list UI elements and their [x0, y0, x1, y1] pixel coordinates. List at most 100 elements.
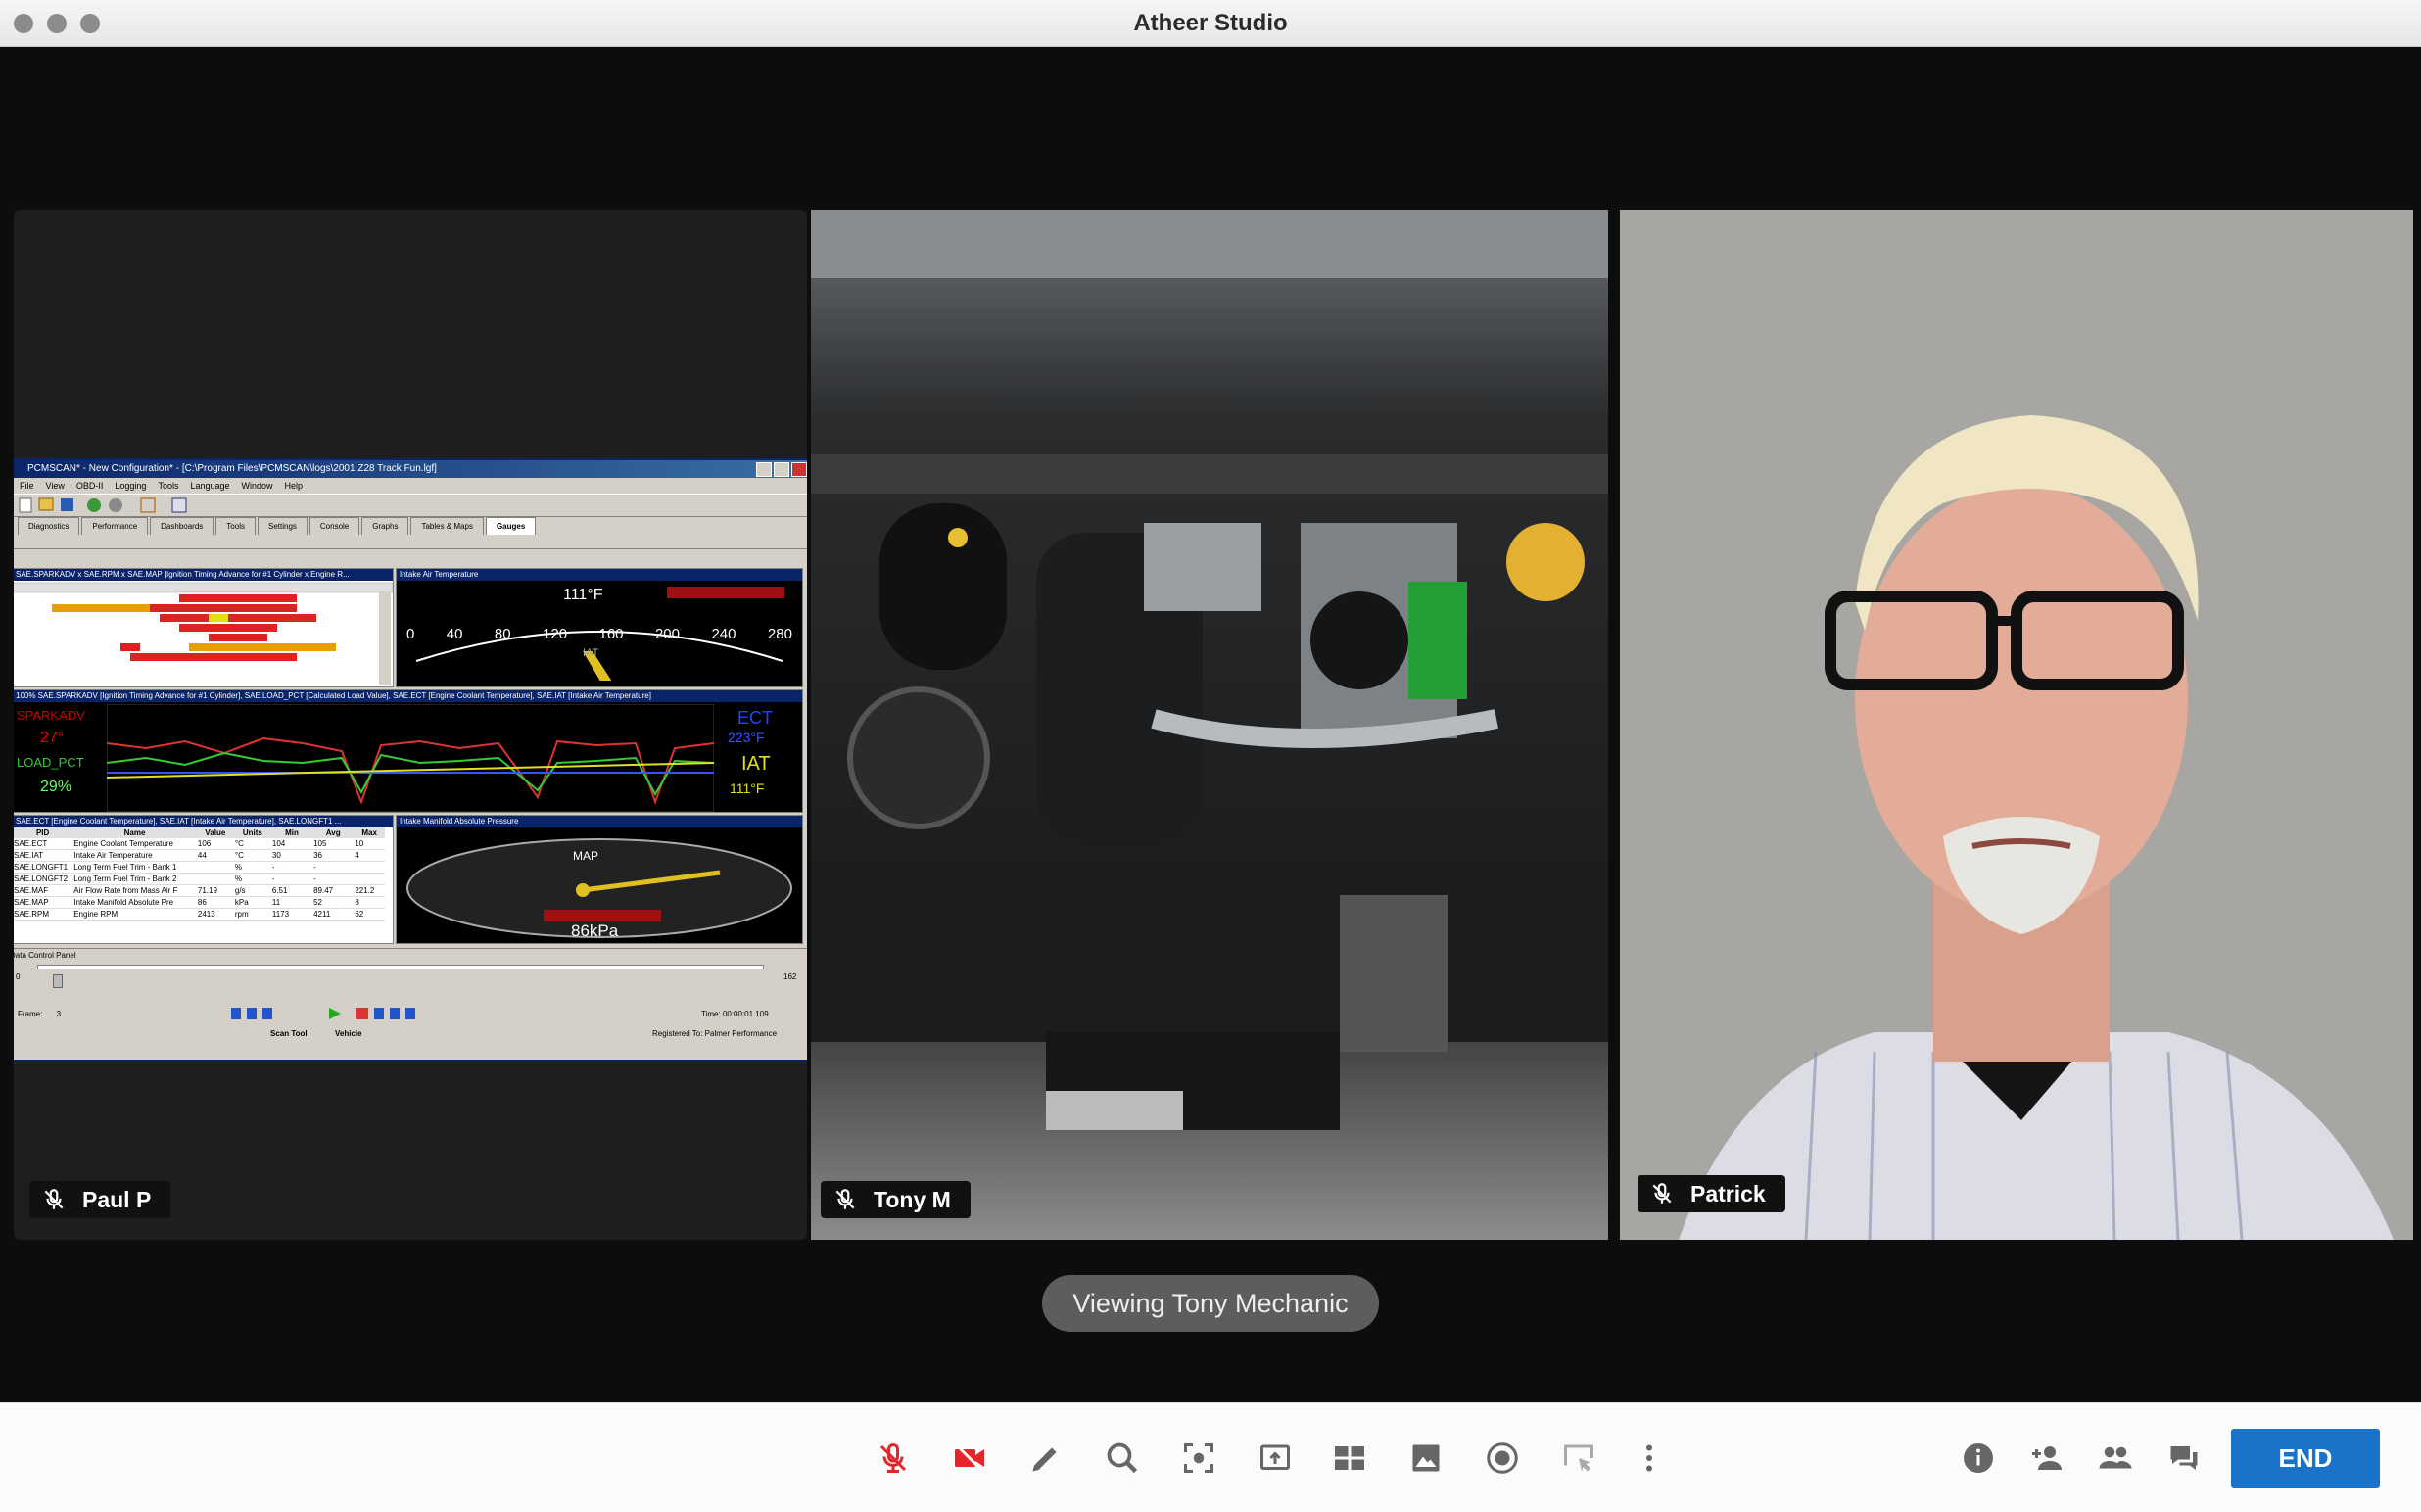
table-cell: 10 — [354, 838, 385, 850]
table-cell: kPa — [233, 896, 271, 909]
participant-tile-patrick[interactable]: Patrick — [1620, 210, 2413, 1240]
iat-gauge-label: IAT — [583, 647, 599, 659]
table-cell — [196, 861, 234, 874]
participant-name-tag: Patrick — [1638, 1175, 1785, 1212]
pcm-max-icon — [774, 462, 789, 477]
table-cell: 4 — [354, 849, 385, 862]
pcm-tab: Console — [309, 517, 360, 535]
pcm-menu-item: Tools — [158, 481, 179, 491]
table-cell: Engine RPM — [72, 908, 197, 921]
call-toolbar: END — [0, 1402, 2421, 1512]
pcm-tab: Tables & Maps — [410, 517, 484, 535]
toggle-camera-button[interactable] — [946, 1435, 993, 1482]
table-cell — [354, 873, 385, 885]
time-readout: Time: 00:00:01.109 — [701, 1010, 769, 1018]
table-cell: 44 — [196, 849, 234, 862]
more-options-button[interactable] — [1626, 1435, 1673, 1482]
chat-button[interactable] — [2160, 1435, 2207, 1482]
layout-grid-button[interactable] — [1326, 1435, 1373, 1482]
video-off-icon — [955, 1443, 984, 1473]
share-screen-icon — [1260, 1444, 1290, 1470]
pcm-menu-item: Logging — [115, 481, 147, 491]
table-cell: SAE.LONGFT2 — [14, 873, 73, 885]
info-button[interactable] — [1955, 1435, 2002, 1482]
end-call-button[interactable]: END — [2231, 1429, 2380, 1488]
table-row: SAE.LONGFT2 Long Term Fuel Trim - Bank 2%… — [14, 873, 385, 885]
share-screen-button[interactable] — [1252, 1435, 1299, 1482]
video-stage: PCMSCAN* - New Configuration* - [C:\Prog… — [0, 47, 2421, 1402]
table-cell: rpm — [233, 908, 271, 921]
pcmscan-title: PCMSCAN* - New Configuration* - [C:\Prog… — [27, 463, 437, 474]
table-cell: 106 — [196, 838, 234, 850]
pcm-tab: Diagnostics — [18, 517, 80, 535]
iat-tick: 80 — [494, 626, 511, 642]
pcm-close-icon — [791, 462, 807, 477]
slider-min: 0 — [16, 972, 21, 981]
table-cell: SAE.LONGFT1 — [14, 861, 73, 874]
record-button[interactable] — [1479, 1435, 1526, 1482]
table-cell: Intake Air Temperature — [72, 849, 197, 862]
table-cell: SAE.MAP — [14, 896, 73, 909]
pcm-menu-item: OBD-II — [75, 481, 104, 491]
people-icon — [2099, 1446, 2132, 1469]
table-cell: % — [233, 873, 271, 885]
table-cell: - — [270, 861, 313, 874]
participants-button[interactable] — [2092, 1435, 2139, 1482]
table-cell: 4211 — [312, 908, 355, 921]
table-cell: 71.19 — [196, 884, 234, 897]
table-cell: - — [270, 873, 313, 885]
legend-scan-tool: Scan Tool — [270, 1029, 308, 1038]
pcm-spark-table: SAE.SPARKADV x SAE.RPM x SAE.MAP [Igniti… — [14, 568, 394, 687]
gallery-button[interactable] — [1402, 1435, 1449, 1482]
table-cell: 30 — [270, 849, 313, 862]
graph-load-value: 29% — [40, 779, 72, 795]
mute-mic-button[interactable] — [870, 1435, 917, 1482]
table-cell: 104 — [270, 838, 313, 850]
iat-tick: 240 — [711, 626, 736, 642]
pcm-toolbar-icons — [19, 497, 187, 513]
table-cell — [354, 861, 385, 874]
zoom-button[interactable] — [1099, 1435, 1146, 1482]
pcmscan-titlebar: PCMSCAN* - New Configuration* - [C:\Prog… — [14, 460, 807, 478]
table-row: SAE.ECT Engine Coolant Temperature 106 °C 10… — [14, 838, 385, 850]
table-cell: - — [312, 873, 355, 885]
table-cell: Engine Coolant Temperature — [72, 838, 197, 850]
add-participant-button[interactable] — [2023, 1435, 2070, 1482]
record-icon — [1487, 1442, 1518, 1474]
frame-label: Frame: 3 — [18, 1010, 62, 1018]
participant-name-tag: Tony M — [821, 1181, 971, 1218]
iat-tick: 160 — [598, 626, 624, 642]
participant-name: Tony M — [874, 1186, 951, 1212]
table-header-cell: Avg — [325, 828, 341, 837]
table-header-cell: Units — [242, 828, 262, 837]
graph-plot — [107, 704, 714, 812]
pcmscan-menubar: File View OBD-II Logging Tools Language … — [14, 478, 807, 494]
pcm-tab: Graphs — [361, 517, 409, 535]
mic-muted-icon — [1652, 1183, 1672, 1204]
table-cell: 6.51 — [270, 884, 313, 897]
table-cell — [196, 873, 234, 885]
participant-tile-paul[interactable]: PCMSCAN* - New Configuration* - [C:\Prog… — [14, 210, 807, 1240]
participant-tile-tony[interactable]: Tony M — [811, 210, 1608, 1240]
pcm-menu-item: File — [20, 481, 34, 491]
table-row: SAE.MAP Intake Manifold Absolute Pre 86 kPa… — [14, 896, 385, 909]
annotate-button[interactable] — [1022, 1435, 1069, 1482]
table-header-row: PID Name Value Units Min Avg Max — [14, 827, 385, 838]
frame-value: 3 — [56, 1010, 62, 1018]
info-icon — [1964, 1443, 1993, 1473]
map-gauge-label: MAP — [573, 849, 599, 863]
graph-iat-value: 111°F — [730, 780, 765, 796]
iat-tick: 200 — [654, 626, 680, 642]
pcm-tab: Tools — [215, 517, 256, 535]
pcm-menu-item: Help — [284, 481, 304, 491]
table-cell: 36 — [312, 849, 355, 862]
participant-name: Patrick — [1690, 1180, 1766, 1206]
table-cell: °C — [233, 849, 271, 862]
pencil-icon — [1032, 1447, 1057, 1472]
patrick-video — [1620, 210, 2413, 1240]
table-cell: 89.47 — [312, 884, 355, 897]
pointer-button[interactable] — [1555, 1435, 1602, 1482]
pcm-min-icon — [756, 462, 772, 477]
capture-button[interactable] — [1175, 1435, 1222, 1482]
data-panel-title: Data Control Panel — [14, 951, 76, 960]
